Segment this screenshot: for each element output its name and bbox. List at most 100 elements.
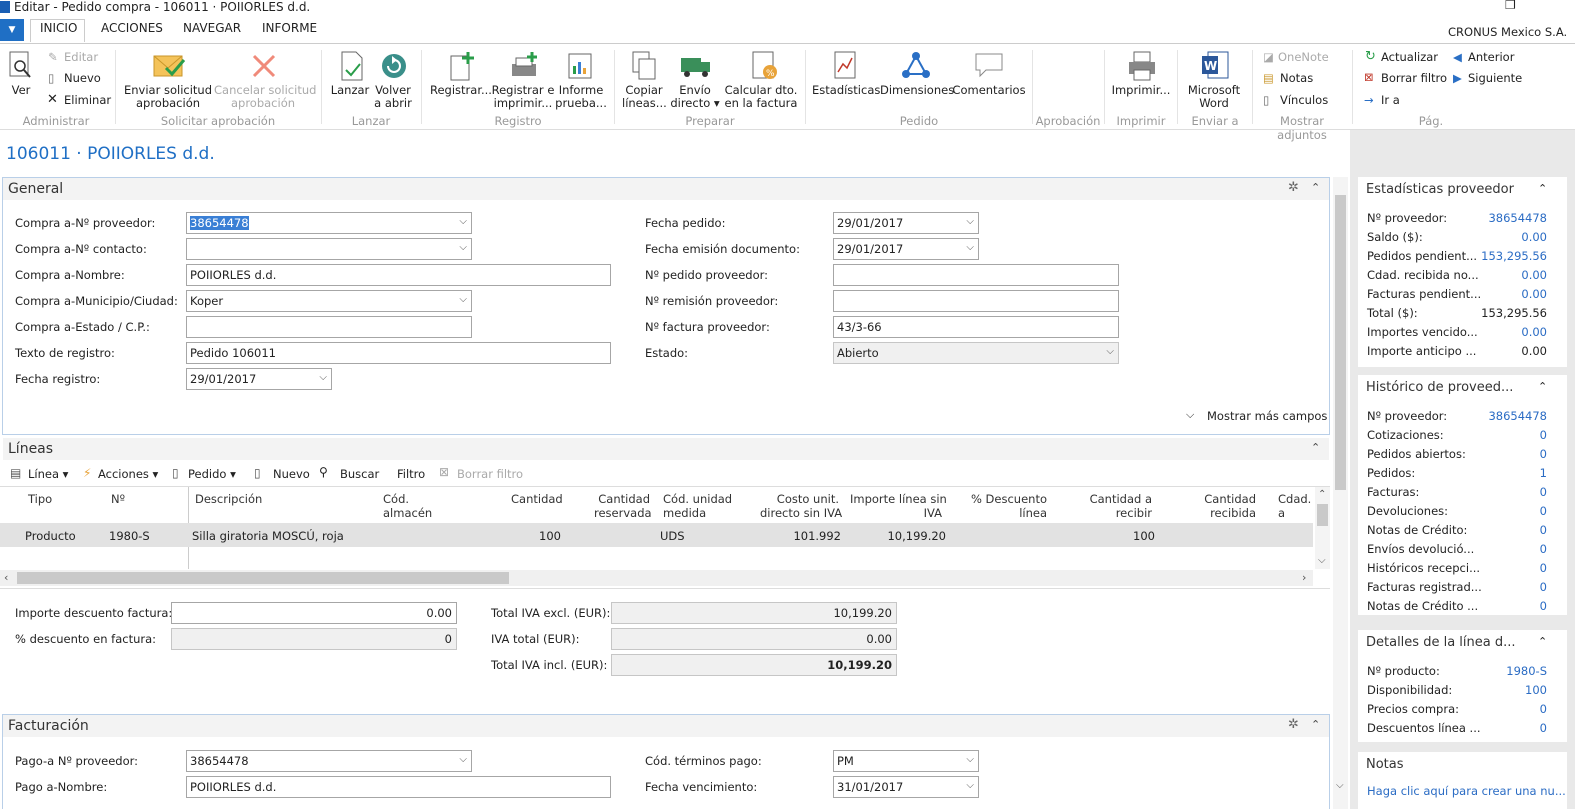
- general-header-bar[interactable]: [3, 178, 1329, 200]
- siguiente-button[interactable]: Siguiente: [1468, 71, 1522, 85]
- nuevo-button[interactable]: Nuevo: [64, 71, 101, 85]
- col-recibida[interactable]: Cantidad recibida: [1200, 492, 1256, 520]
- factbox-value[interactable]: 0.00: [1470, 268, 1547, 282]
- enviar-solicitud-button[interactable]: Enviar solicitud aprobación: [124, 84, 212, 110]
- dimensiones-button[interactable]: Dimensiones: [880, 84, 954, 97]
- customize-icon[interactable]: ✲: [1288, 180, 1299, 195]
- factbox2-collapse-icon[interactable]: ⌃: [1538, 380, 1547, 393]
- tab-informe[interactable]: INFORME: [262, 21, 317, 35]
- ver-button[interactable]: Ver: [6, 84, 36, 97]
- factbox-value[interactable]: 0: [1470, 542, 1547, 556]
- facturacion-collapse-icon[interactable]: ⌃: [1311, 718, 1320, 731]
- proveedor-field[interactable]: 38654478 ⌵: [186, 212, 472, 234]
- factbox-value[interactable]: 0: [1470, 485, 1547, 499]
- col-importe[interactable]: Importe línea sin IVA: [850, 492, 947, 520]
- estado-cp-field[interactable]: [186, 316, 472, 338]
- facturacion-customize-icon[interactable]: ✲: [1288, 717, 1299, 732]
- imprimir-button[interactable]: Imprimir...: [1110, 84, 1172, 97]
- factbox-value[interactable]: 0: [1470, 447, 1547, 461]
- texto-registro-field[interactable]: Pedido 106011: [186, 342, 611, 364]
- factbox-value[interactable]: 38654478: [1470, 211, 1547, 225]
- col-cantidad[interactable]: Cantidad: [511, 492, 563, 506]
- factura-proveedor-field[interactable]: 43/3-66: [833, 316, 1119, 338]
- estado-field[interactable]: Abierto ⌵: [833, 342, 1119, 364]
- buscar-button[interactable]: Buscar: [340, 467, 379, 481]
- acciones-menu[interactable]: Acciones ▾: [98, 467, 158, 481]
- col-no[interactable]: Nº: [111, 492, 125, 506]
- anterior-button[interactable]: Anterior: [1468, 50, 1514, 64]
- factbox-value[interactable]: 0: [1470, 599, 1547, 613]
- terminos-pago-field[interactable]: PM ⌵: [833, 750, 979, 772]
- scroll-down-icon[interactable]: ⌵: [1318, 555, 1326, 566]
- estadisticas-button[interactable]: Estadísticas: [812, 84, 880, 97]
- pago-proveedor-field[interactable]: 38654478 ⌵: [186, 750, 472, 772]
- collapse-icon[interactable]: ⌃: [1311, 181, 1320, 194]
- lines-collapse-icon[interactable]: ⌃: [1311, 441, 1320, 454]
- onenote-button[interactable]: OneNote: [1278, 50, 1329, 64]
- comentarios-button[interactable]: Comentarios: [952, 84, 1026, 97]
- scroll-right-icon[interactable]: ›: [1302, 571, 1306, 584]
- grid-hscroll-thumb[interactable]: [17, 572, 509, 584]
- col-cdad-a[interactable]: Cdad. a: [1278, 492, 1314, 520]
- col-almacen[interactable]: Cód. almacén: [383, 492, 432, 520]
- linea-menu[interactable]: Línea ▾: [28, 467, 68, 481]
- fecha-registro-field[interactable]: 29/01/2017 ⌵: [186, 368, 332, 390]
- factbox-value[interactable]: 0: [1470, 721, 1547, 735]
- mostrar-mas-campos-link[interactable]: Mostrar más campos: [1207, 409, 1327, 423]
- factbox-value[interactable]: 0.00: [1470, 325, 1547, 339]
- col-tipo[interactable]: Tipo: [28, 492, 52, 506]
- crear-nota-link[interactable]: Haga clic aquí para crear una nu...: [1367, 784, 1566, 798]
- factbox-value[interactable]: 0.00: [1470, 287, 1547, 301]
- col-unidad[interactable]: Cód. unidad medida: [663, 492, 732, 520]
- municipio-field[interactable]: Koper ⌵: [186, 290, 472, 312]
- lanzar-button[interactable]: Lanzar: [330, 84, 370, 97]
- col-recibir[interactable]: Cantidad a recibir: [1082, 492, 1152, 520]
- factbox-value[interactable]: 0: [1470, 561, 1547, 575]
- remision-proveedor-field[interactable]: [833, 290, 1119, 312]
- volver-a-abrir-button[interactable]: Volver a abrir: [372, 84, 414, 110]
- page-scroll-down-icon[interactable]: ⌵: [1336, 780, 1344, 791]
- restore-icon[interactable]: ❐: [1505, 0, 1516, 12]
- page-vscroll-thumb[interactable]: [1335, 195, 1346, 490]
- facturacion-header-bar[interactable]: [3, 715, 1329, 737]
- factbox-value[interactable]: 153,295.56: [1470, 249, 1547, 263]
- factbox-value[interactable]: 0: [1470, 428, 1547, 442]
- fecha-pedido-field[interactable]: 29/01/2017 ⌵: [833, 212, 979, 234]
- registrar-button[interactable]: Registrar...: [430, 84, 492, 97]
- factbox-value[interactable]: 1: [1470, 466, 1547, 480]
- pedido-proveedor-field[interactable]: [833, 264, 1119, 286]
- col-reservada[interactable]: Cantidad reservada: [594, 492, 652, 520]
- copiar-lineas-button[interactable]: Copiar líneas...: [622, 84, 667, 110]
- nombre-field[interactable]: POIIORLES d.d.: [186, 264, 611, 286]
- envio-directo-button[interactable]: Envío directo ▾: [670, 84, 720, 110]
- factbox-value[interactable]: 1980-S: [1470, 664, 1547, 678]
- editar-button[interactable]: Editar: [64, 50, 98, 64]
- app-menu-button[interactable]: ▼: [0, 19, 24, 41]
- borrar-filtro-line-button[interactable]: Borrar filtro: [457, 467, 523, 481]
- scroll-left-icon[interactable]: ‹: [4, 571, 8, 584]
- informe-prueba-button[interactable]: Informe prueba...: [555, 84, 607, 110]
- factbox-value[interactable]: 0: [1470, 504, 1547, 518]
- factbox-value[interactable]: 0: [1470, 523, 1547, 537]
- fecha-emision-field[interactable]: 29/01/2017 ⌵: [833, 238, 979, 260]
- eliminar-button[interactable]: Eliminar: [64, 93, 111, 107]
- registrar-imprimir-button[interactable]: Registrar e imprimir...: [491, 84, 555, 110]
- notas-button[interactable]: Notas: [1280, 71, 1313, 85]
- factbox-value[interactable]: 0.00: [1470, 230, 1547, 244]
- vinculos-button[interactable]: Vínculos: [1280, 93, 1328, 107]
- fecha-vencimiento-field[interactable]: 31/01/2017 ⌵: [833, 776, 979, 798]
- lines-header-bar[interactable]: [3, 438, 1329, 460]
- factbox3-collapse-icon[interactable]: ⌃: [1538, 635, 1547, 648]
- factbox-value[interactable]: 38654478: [1470, 409, 1547, 423]
- cancelar-solicitud-button[interactable]: Cancelar solicitud aprobación: [214, 84, 316, 110]
- microsoft-word-button[interactable]: Microsoft Word: [1182, 84, 1246, 110]
- nuevo-line-button[interactable]: Nuevo: [273, 467, 310, 481]
- tab-acciones[interactable]: ACCIONES: [101, 21, 163, 35]
- grid-vscroll-thumb[interactable]: [1317, 504, 1328, 526]
- factbox-value[interactable]: 0: [1470, 702, 1547, 716]
- pedido-menu[interactable]: Pedido ▾: [188, 467, 236, 481]
- contacto-field[interactable]: ⌵: [186, 238, 472, 260]
- factbox1-collapse-icon[interactable]: ⌃: [1538, 182, 1547, 195]
- col-descripcion[interactable]: Descripción: [195, 492, 262, 506]
- filtro-button[interactable]: Filtro: [397, 467, 425, 481]
